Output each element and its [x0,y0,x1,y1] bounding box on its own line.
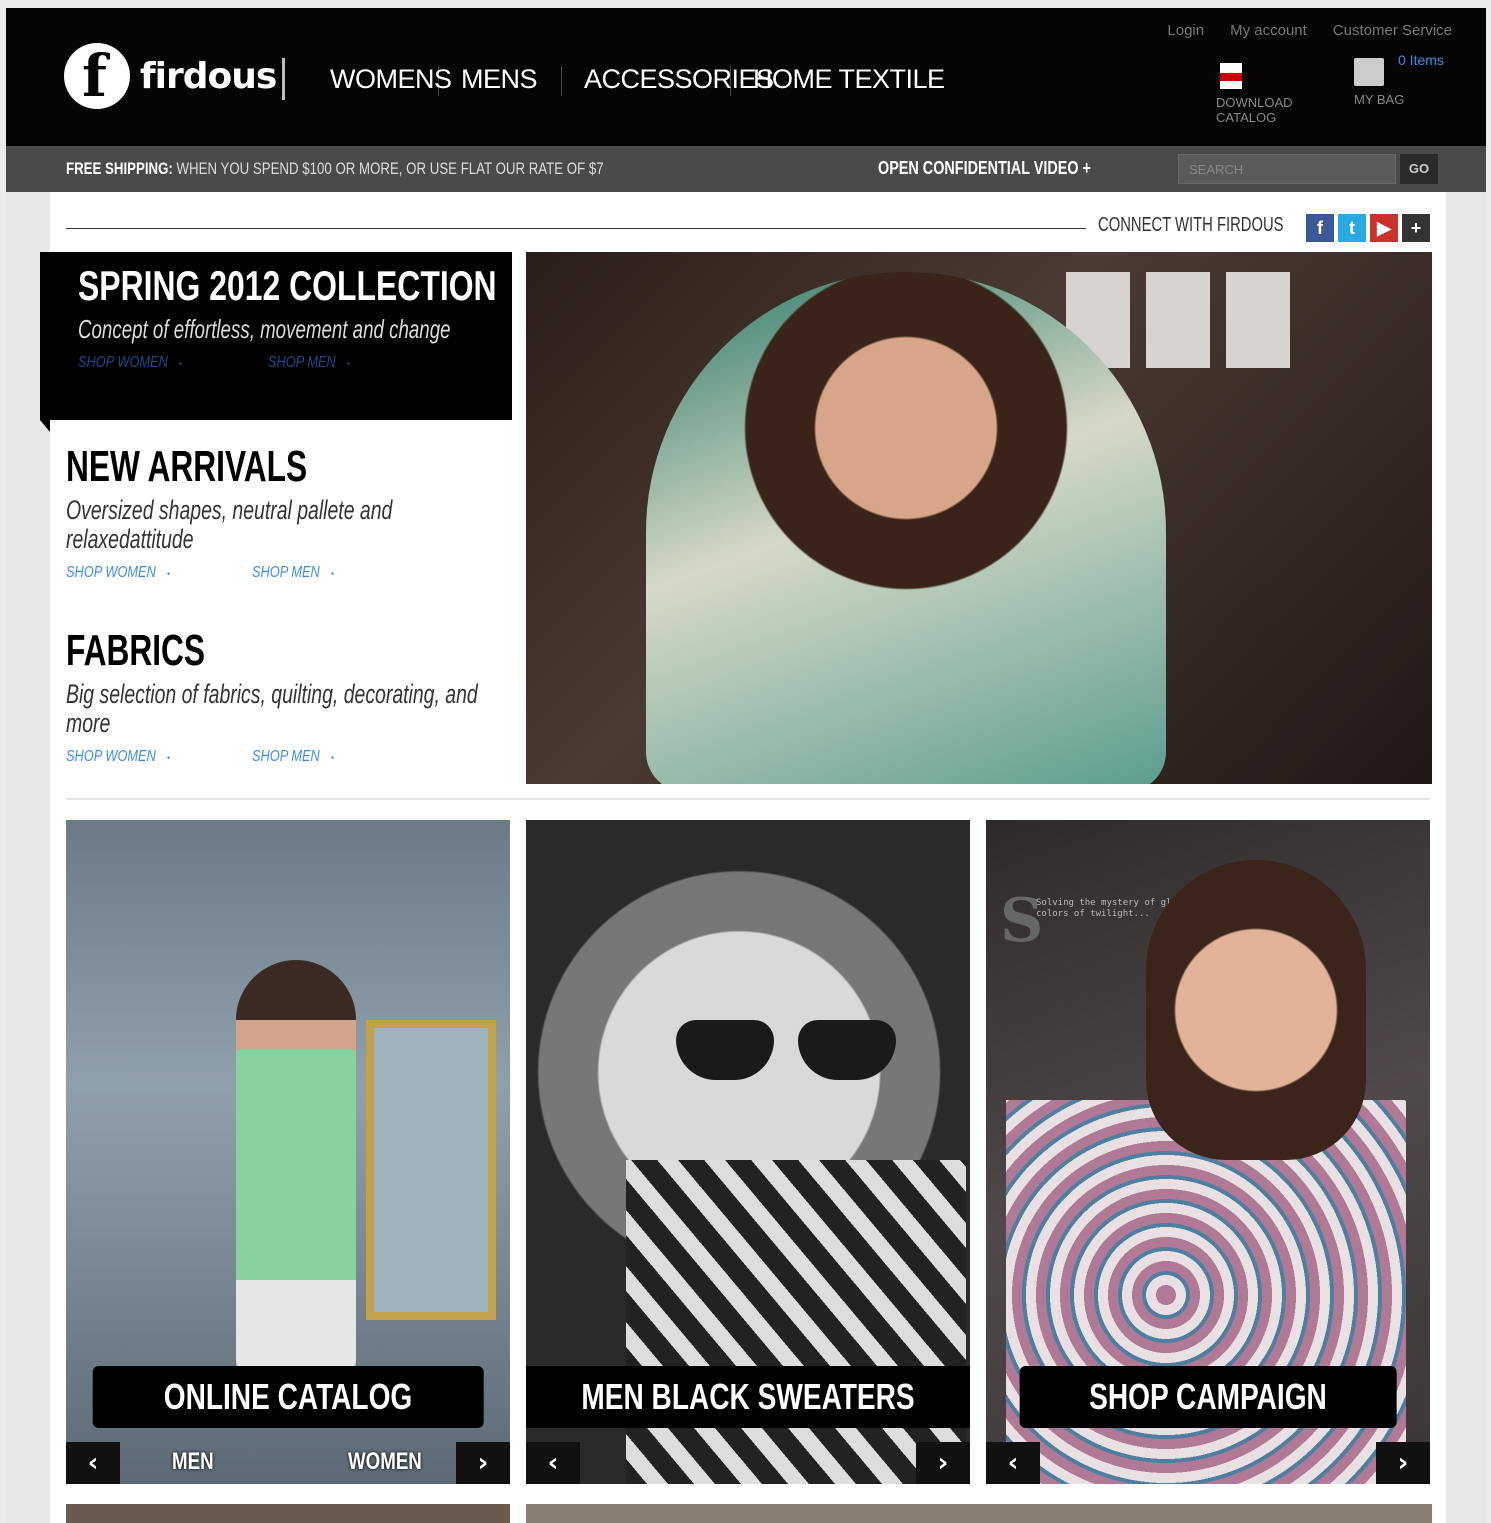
site-header: f firdous WOMENS MENS ACCESSORIES HOME T… [6,8,1486,146]
free-shipping-text: FREE SHIPPING: WHEN YOU SPEND $100 OR MO… [66,159,604,179]
catalog-men-link[interactable]: MEN [172,1448,214,1476]
fabrics-shop-men-link[interactable]: SHOP MEN • [252,748,334,766]
search-input[interactable]: SEARCH [1178,154,1396,184]
next-arrow-icon[interactable]: › [916,1442,970,1484]
men-black-sweaters-banner[interactable]: MEN BLACK SWEATERS [526,1366,970,1428]
logo-separator [282,58,285,100]
nav-accessories[interactable]: ACCESSORIES [584,64,774,94]
hero-photo[interactable] [526,252,1432,784]
plus-icon[interactable]: + [1402,214,1430,242]
youtube-icon[interactable]: ▶ [1370,214,1398,242]
nav-divider [561,66,562,96]
connect-label: CONNECT WITH FIRDOUS [1098,214,1284,236]
logo[interactable]: f firdous [64,43,277,109]
online-catalog-banner[interactable]: ONLINE CATALOG [92,1366,484,1428]
fabrics-shop-women-link[interactable]: SHOP WOMEN • [66,748,170,766]
utility-links: Login My account Customer Service [1167,22,1452,39]
shop-campaign-banner[interactable]: SHOP CAMPAIGN [1019,1366,1397,1428]
free-shipping-prefix: FREE SHIPPING: [66,159,173,178]
main-nav: WOMENS MENS ACCESSORIES HOME TEXTILE [330,64,945,98]
new-arrivals-shop-women-link[interactable]: SHOP WOMEN • [66,564,170,582]
download-catalog-link[interactable]: DOWNLOAD CATALOG [1216,63,1296,125]
promo-bar: FREE SHIPPING: WHEN YOU SPEND $100 OR MO… [6,146,1486,192]
men-black-sweaters-tile[interactable]: MEN BLACK SWEATERS ‹ › [526,820,970,1484]
mirror-shape [366,1020,496,1320]
prev-arrow-icon[interactable]: ‹ [66,1442,120,1484]
social-icons: f t ▶ + [1306,214,1430,242]
fabrics-title: FABRICS [66,626,206,675]
feature-title: SPRING 2012 COLLECTION [78,262,497,309]
model-face-shape [1146,860,1366,1160]
new-arrivals-title: NEW ARRIVALS [66,442,308,491]
sunglasses-shape [676,1020,896,1090]
twitter-icon[interactable]: t [1338,214,1366,242]
window-pane [1146,272,1210,368]
scarf-shape [626,1160,966,1484]
hero-model-figure [646,272,1166,784]
pdf-icon [1220,63,1242,89]
catalog-women-link[interactable]: WOMEN [348,1448,422,1476]
section-divider [66,798,1430,800]
next-arrow-icon[interactable]: › [1376,1442,1430,1484]
nav-home-textile[interactable]: HOME TEXTILE [753,64,945,94]
next-arrow-icon[interactable]: › [456,1442,510,1484]
overlay-initial: S [1000,886,1044,956]
model-figure [236,960,356,1380]
my-account-link[interactable]: My account [1230,22,1307,39]
logo-mark-icon: f [64,43,130,109]
search-go-button[interactable]: GO [1400,154,1438,184]
connect-rule [66,228,1086,229]
shop-campaign-tile[interactable]: S Solving the mystery of glowing colors … [986,820,1430,1484]
nav-mens[interactable]: MENS [461,64,538,94]
new-arrivals-desc: Oversized shapes, neutral pallete and re… [66,495,393,554]
window-pane [1226,272,1290,368]
bag-icon [1354,58,1384,86]
next-row-photo [526,1504,1432,1523]
nav-womens[interactable]: WOMENS [330,64,452,94]
feature-tagline: Concept of effortless, movement and chan… [78,314,451,344]
download-label: DOWNLOAD [1216,95,1293,110]
feature-links: SHOP WOMEN • SHOP MEN • [78,354,370,372]
prev-arrow-icon[interactable]: ‹ [986,1442,1040,1484]
feature-shop-women-link[interactable]: SHOP WOMEN • [78,354,182,372]
prev-arrow-icon[interactable]: ‹ [526,1442,580,1484]
catalog-label: CATALOG [1216,110,1277,125]
free-shipping-detail: WHEN YOU SPEND $100 OR MORE, OR USE FLAT… [176,159,604,178]
my-bag-link[interactable]: MY BAG [1354,58,1404,107]
bag-item-count: 0 Items [1398,52,1444,68]
online-catalog-tile[interactable]: ONLINE CATALOG ‹ MEN WOMEN › [66,820,510,1484]
new-arrivals-shop-men-link[interactable]: SHOP MEN • [252,564,334,582]
spring-collection-box: SPRING 2012 COLLECTION Concept of effort… [40,252,512,432]
facebook-icon[interactable]: f [1306,214,1334,242]
brand-name: firdous [140,55,277,97]
feature-shop-men-link[interactable]: SHOP MEN • [268,354,350,372]
fabrics-desc: Big selection of fabrics, quilting, deco… [66,679,478,738]
main-content: CONNECT WITH FIRDOUS f t ▶ + SPRING 2012… [40,192,1446,1523]
next-row-photo [66,1504,510,1523]
my-bag-label: MY BAG [1354,92,1405,107]
login-link[interactable]: Login [1167,22,1204,39]
page-frame: f firdous WOMENS MENS ACCESSORIES HOME T… [6,8,1486,1523]
customer-service-link[interactable]: Customer Service [1333,22,1452,39]
confidential-video-link[interactable]: OPEN CONFIDENTIAL VIDEO + [878,158,1091,179]
